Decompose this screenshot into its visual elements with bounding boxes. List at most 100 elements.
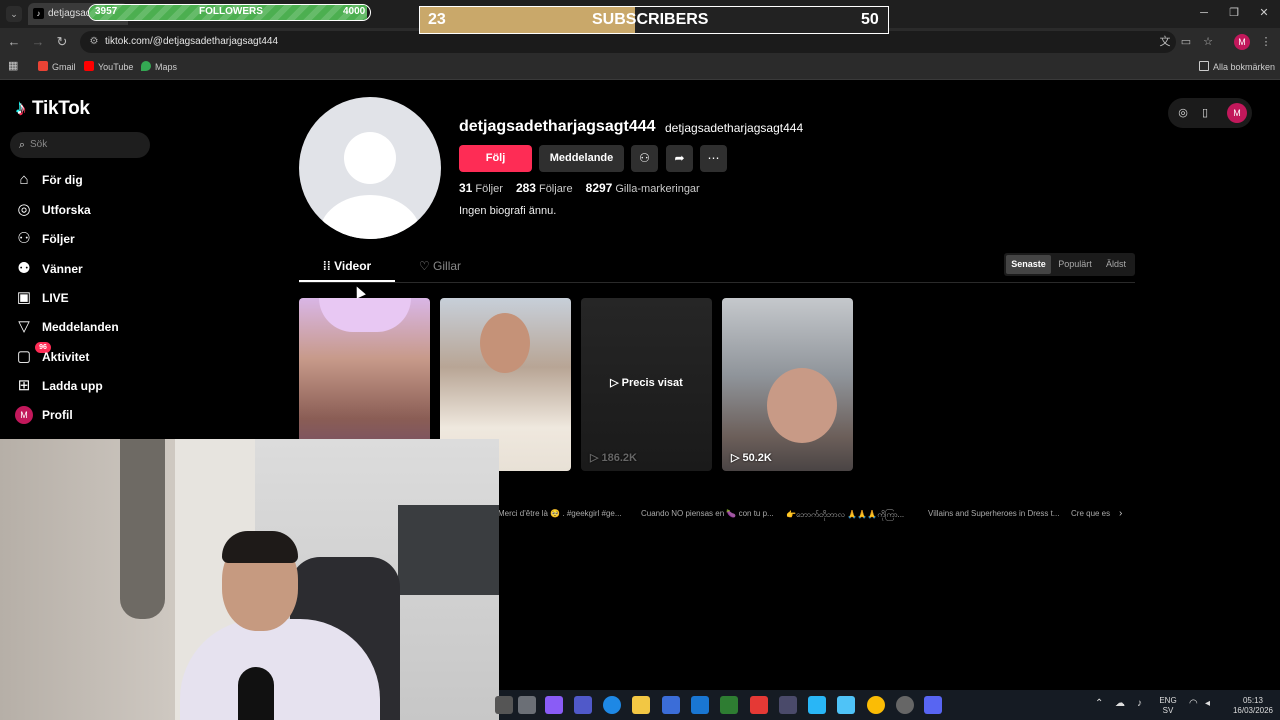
bookmarks-bar: ▦ Gmail YouTube Maps Alla bokmärken: [0, 56, 1280, 80]
followers-goal-bar: 3957 FOLLOWERS 4000: [88, 4, 371, 21]
edge-icon[interactable]: [603, 696, 621, 714]
cast-icon[interactable]: ▭: [1178, 34, 1194, 50]
profile-icon: M: [15, 406, 33, 424]
play-icon: ▷: [610, 377, 622, 389]
profile-avatar[interactable]: [299, 97, 441, 239]
photos-icon[interactable]: [808, 696, 826, 714]
all-bookmarks[interactable]: Alla bokmärken: [1199, 61, 1275, 72]
cloud-icon[interactable]: ☁: [1115, 699, 1125, 709]
search-app-icon[interactable]: [495, 696, 513, 714]
sidebar-item-label: Utforska: [42, 203, 91, 217]
follow-button[interactable]: Följ: [459, 145, 532, 172]
bookmark-star-icon[interactable]: ☆: [1200, 34, 1216, 50]
discord-icon[interactable]: [924, 696, 942, 714]
sort-oldest-button[interactable]: Äldst: [1099, 255, 1133, 274]
minimize-icon[interactable]: ─: [1196, 6, 1212, 20]
related-item[interactable]: Merci d'être là 🥺 . #geekgirl #ge...: [498, 509, 622, 518]
wifi-icon[interactable]: ◠: [1189, 699, 1198, 709]
coins-icon[interactable]: ◎: [1176, 106, 1190, 120]
sort-popular-button[interactable]: Populärt: [1053, 255, 1097, 274]
search-icon: ⌕: [18, 139, 26, 151]
reload-icon[interactable]: ↻: [54, 34, 70, 50]
screen: ⌄ ♪ detjagsadet ─ ❐ ✕ 3957 FOLLOWERS 400…: [0, 0, 1280, 720]
followers-goal: 4000: [343, 6, 366, 17]
sidebar-item-upload[interactable]: ⊞ Ladda upp: [14, 374, 214, 398]
sidebar-item-label: Ladda upp: [42, 379, 103, 393]
related-item[interactable]: Cuando NO piensas en 🍆 con tu p...: [641, 509, 774, 518]
app-icon[interactable]: [750, 696, 768, 714]
outlook-icon[interactable]: [691, 696, 709, 714]
sidebar-item-activity[interactable]: ▢ 96 Aktivitet: [14, 342, 214, 369]
likes-stat: 8297 Gilla-markeringar: [585, 181, 700, 195]
user-avatar[interactable]: M: [1227, 103, 1247, 123]
youtube-icon: [84, 61, 94, 71]
translate-icon[interactable]: 文: [1157, 34, 1173, 50]
search-input[interactable]: ⌕ Sök: [10, 132, 150, 158]
address-bar[interactable]: ⚙ tiktok.com/@detjagsadetharjagsagt444: [80, 31, 1176, 53]
tab-likes[interactable]: ♡ Gillar: [400, 253, 480, 282]
browser-profile-avatar[interactable]: M: [1234, 34, 1250, 50]
recently-watched-label: ▷ Precis visat: [610, 377, 683, 389]
thumbnail-art: [480, 313, 530, 373]
gmail-icon: [38, 61, 48, 71]
forward-icon[interactable]: →: [30, 34, 46, 50]
apps-grid-icon[interactable]: ▦: [8, 59, 18, 72]
related-item[interactable]: 👉ဘောက်တိုဘာလ 🙏🙏🙏ကိုကြာ...: [786, 509, 904, 521]
sidebar-item-friends[interactable]: ⚉ Vänner: [14, 257, 214, 281]
sidebar-item-following[interactable]: ⚇ Följer: [14, 227, 214, 251]
profile-nickname: detjagsadetharjagsagt444: [665, 121, 804, 135]
webcam-person-hair: [222, 531, 298, 563]
volume-icon[interactable]: ◂: [1205, 699, 1210, 709]
compass-icon: ◎: [17, 201, 31, 218]
bookmark-maps[interactable]: Maps: [141, 61, 177, 72]
site-info-icon[interactable]: ⚙: [88, 36, 100, 48]
sidebar-item-profile[interactable]: M Profil: [14, 403, 214, 427]
bookmark-gmail[interactable]: Gmail: [38, 61, 76, 72]
store-icon[interactable]: [662, 696, 680, 714]
phone-icon[interactable]: ▯: [1198, 106, 1212, 120]
task-view-icon[interactable]: [518, 696, 536, 714]
tray-overflow-icon[interactable]: ⌃: [1095, 699, 1103, 709]
app-icon[interactable]: [779, 696, 797, 714]
clock[interactable]: 05:13 16/03/2026: [1231, 696, 1275, 716]
message-button[interactable]: Meddelande: [539, 145, 624, 172]
related-item[interactable]: Villains and Superheroes in Dress t...: [928, 509, 1059, 518]
chrome-icon[interactable]: [867, 696, 885, 714]
tab-videos[interactable]: ⁞⁞ Videor: [299, 253, 395, 282]
related-item[interactable]: Cre que es: [1071, 509, 1110, 518]
share-icon[interactable]: ➦: [666, 145, 693, 172]
search-placeholder: Sök: [30, 139, 48, 150]
sidebar-item-label: Aktivitet: [42, 350, 90, 364]
close-icon[interactable]: ✕: [1256, 6, 1272, 20]
restore-icon[interactable]: ❐: [1226, 6, 1242, 20]
tiktok-logo[interactable]: ♪ TikTok: [16, 98, 90, 120]
tab-search-icon[interactable]: ⌄: [6, 6, 22, 22]
url-text: tiktok.com/@detjagsadetharjagsagt444: [105, 36, 279, 47]
more-icon[interactable]: ⋯: [700, 145, 727, 172]
sidebar-item-explore[interactable]: ◎ Utforska: [14, 198, 214, 222]
file-explorer-icon[interactable]: [632, 696, 650, 714]
following-stat[interactable]: 31 Följer: [459, 181, 503, 195]
chevron-right-icon[interactable]: ›: [1119, 508, 1122, 519]
obs-icon[interactable]: [896, 696, 914, 714]
sidebar-item-for-you[interactable]: ⌂ För dig: [14, 168, 214, 192]
upload-icon: ⊞: [17, 377, 31, 394]
sort-latest-button[interactable]: Senaste: [1006, 255, 1051, 274]
back-icon[interactable]: ←: [6, 34, 22, 50]
video-thumbnail[interactable]: ▷ 50.2K: [722, 298, 853, 471]
sidebar-item-live[interactable]: ▣ LIVE: [14, 286, 214, 310]
menu-icon[interactable]: ⋮: [1258, 34, 1274, 50]
followers-stat[interactable]: 283 Följare: [516, 181, 573, 195]
bookmark-youtube[interactable]: YouTube: [84, 61, 133, 72]
teams-icon[interactable]: [574, 696, 592, 714]
video-views: ▷ 186.2K: [590, 452, 637, 464]
security-icon[interactable]: [720, 696, 738, 714]
copilot-icon[interactable]: [545, 696, 563, 714]
language-indicator[interactable]: ENG SV: [1157, 696, 1179, 716]
sidebar-item-messages[interactable]: ▽ Meddelanden: [14, 315, 214, 339]
video-thumbnail[interactable]: ▷ Precis visat ▷ 186.2K: [581, 298, 712, 471]
profile-bio: Ingen biografi ännu.: [459, 205, 557, 217]
mic-icon[interactable]: ♪: [1137, 699, 1142, 709]
app-icon[interactable]: [837, 696, 855, 714]
add-friend-icon[interactable]: ⚇: [631, 145, 658, 172]
